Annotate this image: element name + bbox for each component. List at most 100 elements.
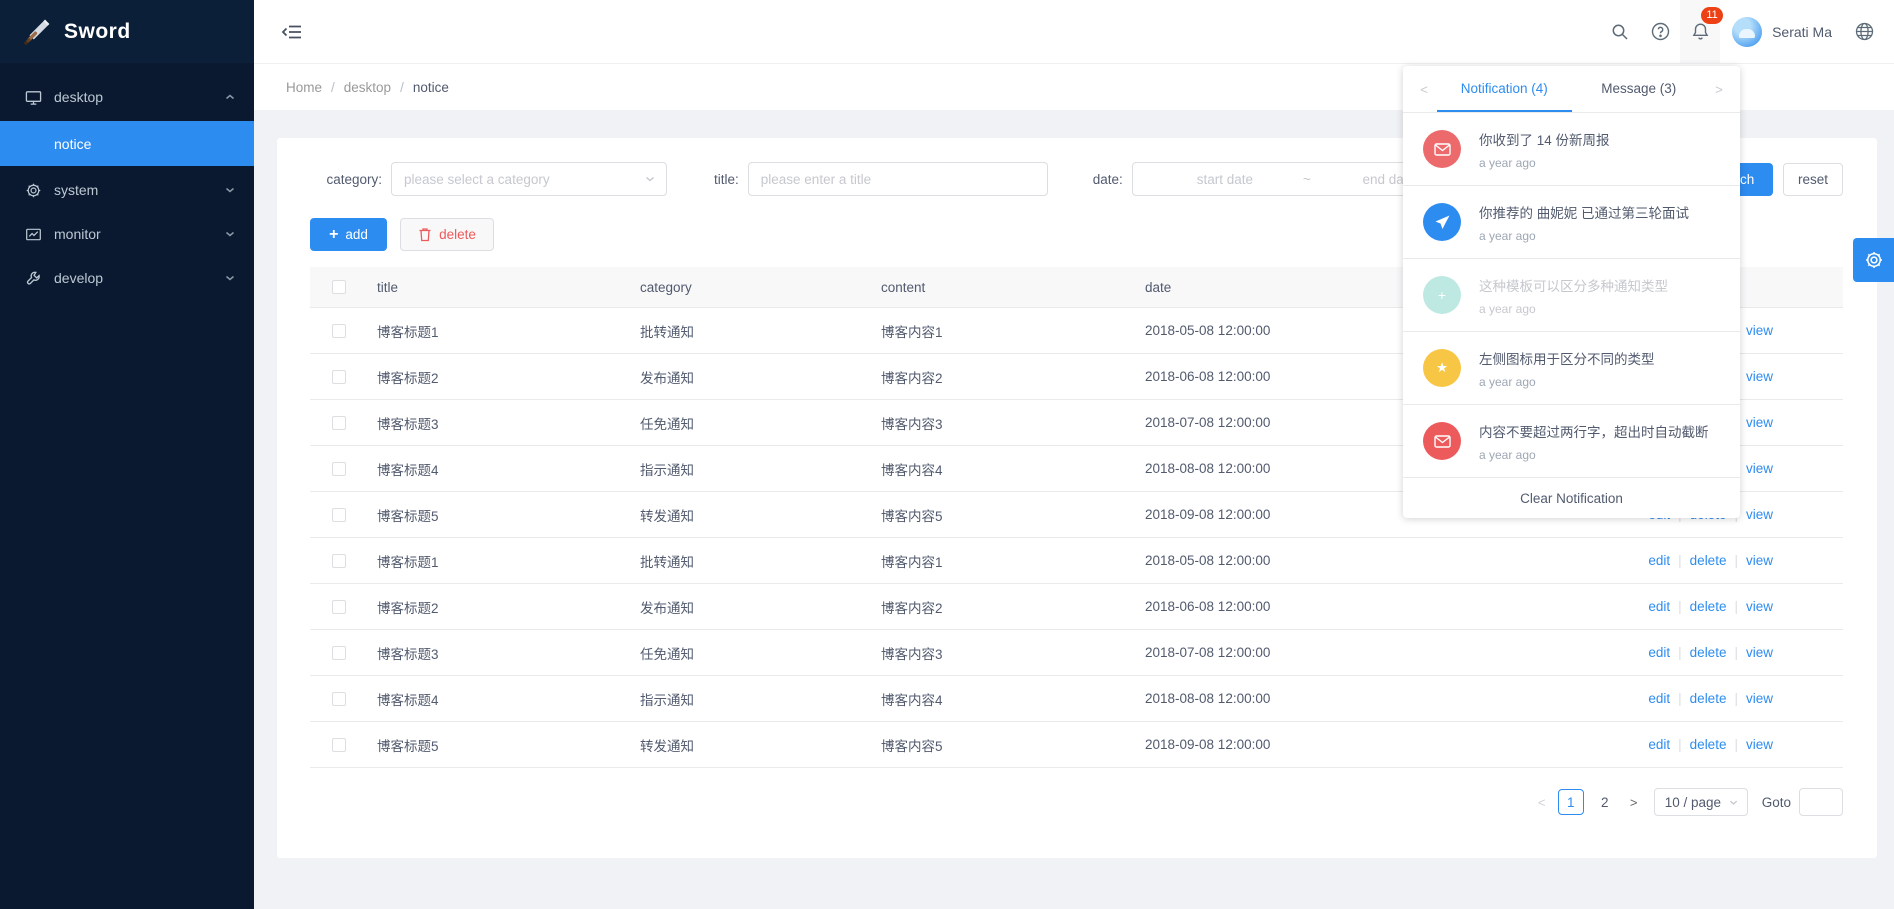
cell-category: 发布通知	[640, 367, 881, 387]
cell-category: 任免通知	[640, 413, 881, 433]
tabs-prev-arrow[interactable]: <	[1411, 66, 1437, 112]
view-link[interactable]: view	[1746, 507, 1773, 522]
delete-link[interactable]: delete	[1690, 645, 1727, 660]
prev-page-button[interactable]: <	[1530, 789, 1554, 815]
theme-settings-button[interactable]	[1853, 238, 1894, 282]
notification-item[interactable]: 你推荐的 曲妮妮 已通过第三轮面试 a year ago	[1403, 185, 1740, 258]
goto-page-input[interactable]	[1799, 788, 1843, 816]
view-link[interactable]: view	[1746, 461, 1773, 476]
row-checkbox[interactable]	[332, 370, 346, 384]
row-checkbox[interactable]	[332, 462, 346, 476]
view-link[interactable]: view	[1746, 369, 1773, 384]
row-checkbox[interactable]	[332, 416, 346, 430]
edit-link[interactable]: edit	[1648, 737, 1670, 752]
question-circle-icon	[1651, 22, 1670, 41]
globe-icon	[1855, 22, 1874, 41]
page-button-1[interactable]: 1	[1558, 789, 1584, 815]
sidebar-collapse-button[interactable]	[278, 18, 306, 46]
delete-link[interactable]: delete	[1690, 553, 1727, 568]
notification-item[interactable]: 你收到了 14 份新周报 a year ago	[1403, 112, 1740, 185]
app-logo[interactable]: Sword	[0, 0, 254, 63]
row-checkbox[interactable]	[332, 646, 346, 660]
notification-item[interactable]: ★ 左侧图标用于区分不同的类型 a year ago	[1403, 331, 1740, 404]
edit-link[interactable]: edit	[1648, 599, 1670, 614]
reset-button[interactable]: reset	[1783, 163, 1843, 196]
language-button[interactable]	[1844, 0, 1884, 63]
sidebar-item-label: develop	[54, 270, 224, 286]
desktop-icon	[24, 88, 42, 106]
sidebar-item-label: monitor	[54, 226, 224, 242]
cell-category: 批转通知	[640, 321, 881, 341]
bell-icon	[1691, 22, 1710, 41]
table-row[interactable]: 博客标题2 发布通知 博客内容2 2018-06-08 12:00:00 edi…	[310, 584, 1843, 630]
delete-link[interactable]: delete	[1690, 599, 1727, 614]
sidebar-item-notice[interactable]: notice	[0, 121, 254, 166]
cell-title: 博客标题5	[370, 735, 640, 755]
select-all-checkbox[interactable]	[332, 280, 346, 294]
help-button[interactable]	[1640, 0, 1680, 63]
page-size-select[interactable]: 10 / page	[1654, 788, 1748, 816]
clear-notification-button[interactable]: Clear Notification	[1403, 477, 1740, 518]
breadcrumb-desktop[interactable]: desktop	[344, 80, 391, 95]
cell-date: 2018-05-08 12:00:00	[1145, 323, 1445, 338]
table-row[interactable]: 博客标题1 批转通知 博客内容1 2018-05-08 12:00:00 edi…	[310, 538, 1843, 584]
breadcrumb-home[interactable]: Home	[286, 80, 322, 95]
cell-date: 2018-09-08 12:00:00	[1145, 737, 1445, 752]
view-link[interactable]: view	[1746, 323, 1773, 338]
user-menu[interactable]: Serati Ma	[1720, 17, 1844, 47]
table-row[interactable]: 博客标题5 转发通知 博客内容5 2018-09-08 12:00:00 edi…	[310, 722, 1843, 768]
page-button-2[interactable]: 2	[1592, 789, 1618, 815]
notification-item[interactable]: 内容不要超过两行字，超出时自动截断 a year ago	[1403, 404, 1740, 477]
column-header-date: date	[1145, 280, 1445, 295]
delete-link[interactable]: delete	[1690, 691, 1727, 706]
sidebar-item-desktop[interactable]: desktop	[0, 75, 254, 119]
edit-link[interactable]: edit	[1648, 691, 1670, 706]
row-checkbox[interactable]	[332, 692, 346, 706]
tab-message[interactable]: Message (3)	[1572, 66, 1707, 112]
tabs-next-arrow[interactable]: >	[1706, 66, 1732, 112]
cell-category: 指示通知	[640, 689, 881, 709]
title-input[interactable]: please enter a title	[748, 162, 1048, 196]
sidebar-item-label: system	[54, 182, 224, 198]
cell-title: 博客标题3	[370, 413, 640, 433]
row-checkbox[interactable]	[332, 554, 346, 568]
row-checkbox[interactable]	[332, 738, 346, 752]
view-link[interactable]: view	[1746, 553, 1773, 568]
view-link[interactable]: view	[1746, 691, 1773, 706]
search-button[interactable]	[1600, 0, 1640, 63]
view-link[interactable]: view	[1746, 415, 1773, 430]
table-row[interactable]: 博客标题3 任免通知 博客内容3 2018-07-08 12:00:00 edi…	[310, 630, 1843, 676]
edit-link[interactable]: edit	[1648, 645, 1670, 660]
tab-notification[interactable]: Notification (4)	[1437, 66, 1572, 112]
app-title: Sword	[64, 20, 131, 44]
notification-tabs: < Notification (4) Message (3) >	[1403, 66, 1740, 112]
edit-link[interactable]: edit	[1648, 553, 1670, 568]
goto-label: Goto	[1762, 795, 1791, 810]
notification-badge: 11	[1701, 7, 1723, 24]
add-button[interactable]: + add	[310, 218, 387, 251]
next-page-button[interactable]: >	[1622, 789, 1646, 815]
delete-link[interactable]: delete	[1690, 737, 1727, 752]
sidebar-item-develop[interactable]: develop	[0, 256, 254, 300]
chevron-down-icon	[224, 272, 236, 284]
row-checkbox[interactable]	[332, 324, 346, 338]
delete-button[interactable]: delete	[400, 218, 494, 251]
row-checkbox[interactable]	[332, 508, 346, 522]
table-row[interactable]: 博客标题4 指示通知 博客内容4 2018-08-08 12:00:00 edi…	[310, 676, 1843, 722]
sidebar-item-monitor[interactable]: monitor	[0, 212, 254, 256]
sidebar: Sword desktop notice	[0, 0, 254, 909]
sidebar-item-system[interactable]: system	[0, 168, 254, 212]
cell-content: 博客内容4	[881, 689, 1145, 709]
view-link[interactable]: view	[1746, 599, 1773, 614]
view-link[interactable]: view	[1746, 737, 1773, 752]
category-select[interactable]: please select a category	[391, 162, 667, 196]
category-select-placeholder: please select a category	[404, 172, 550, 187]
avatar	[1732, 17, 1762, 47]
cell-content: 博客内容5	[881, 505, 1145, 525]
view-link[interactable]: view	[1746, 645, 1773, 660]
notification-item[interactable]: + 这种模板可以区分多种通知类型 a year ago	[1403, 258, 1740, 331]
chevron-up-icon	[224, 91, 236, 103]
row-checkbox[interactable]	[332, 600, 346, 614]
cell-date: 2018-07-08 12:00:00	[1145, 645, 1445, 660]
notifications-button[interactable]: 11	[1680, 0, 1720, 63]
